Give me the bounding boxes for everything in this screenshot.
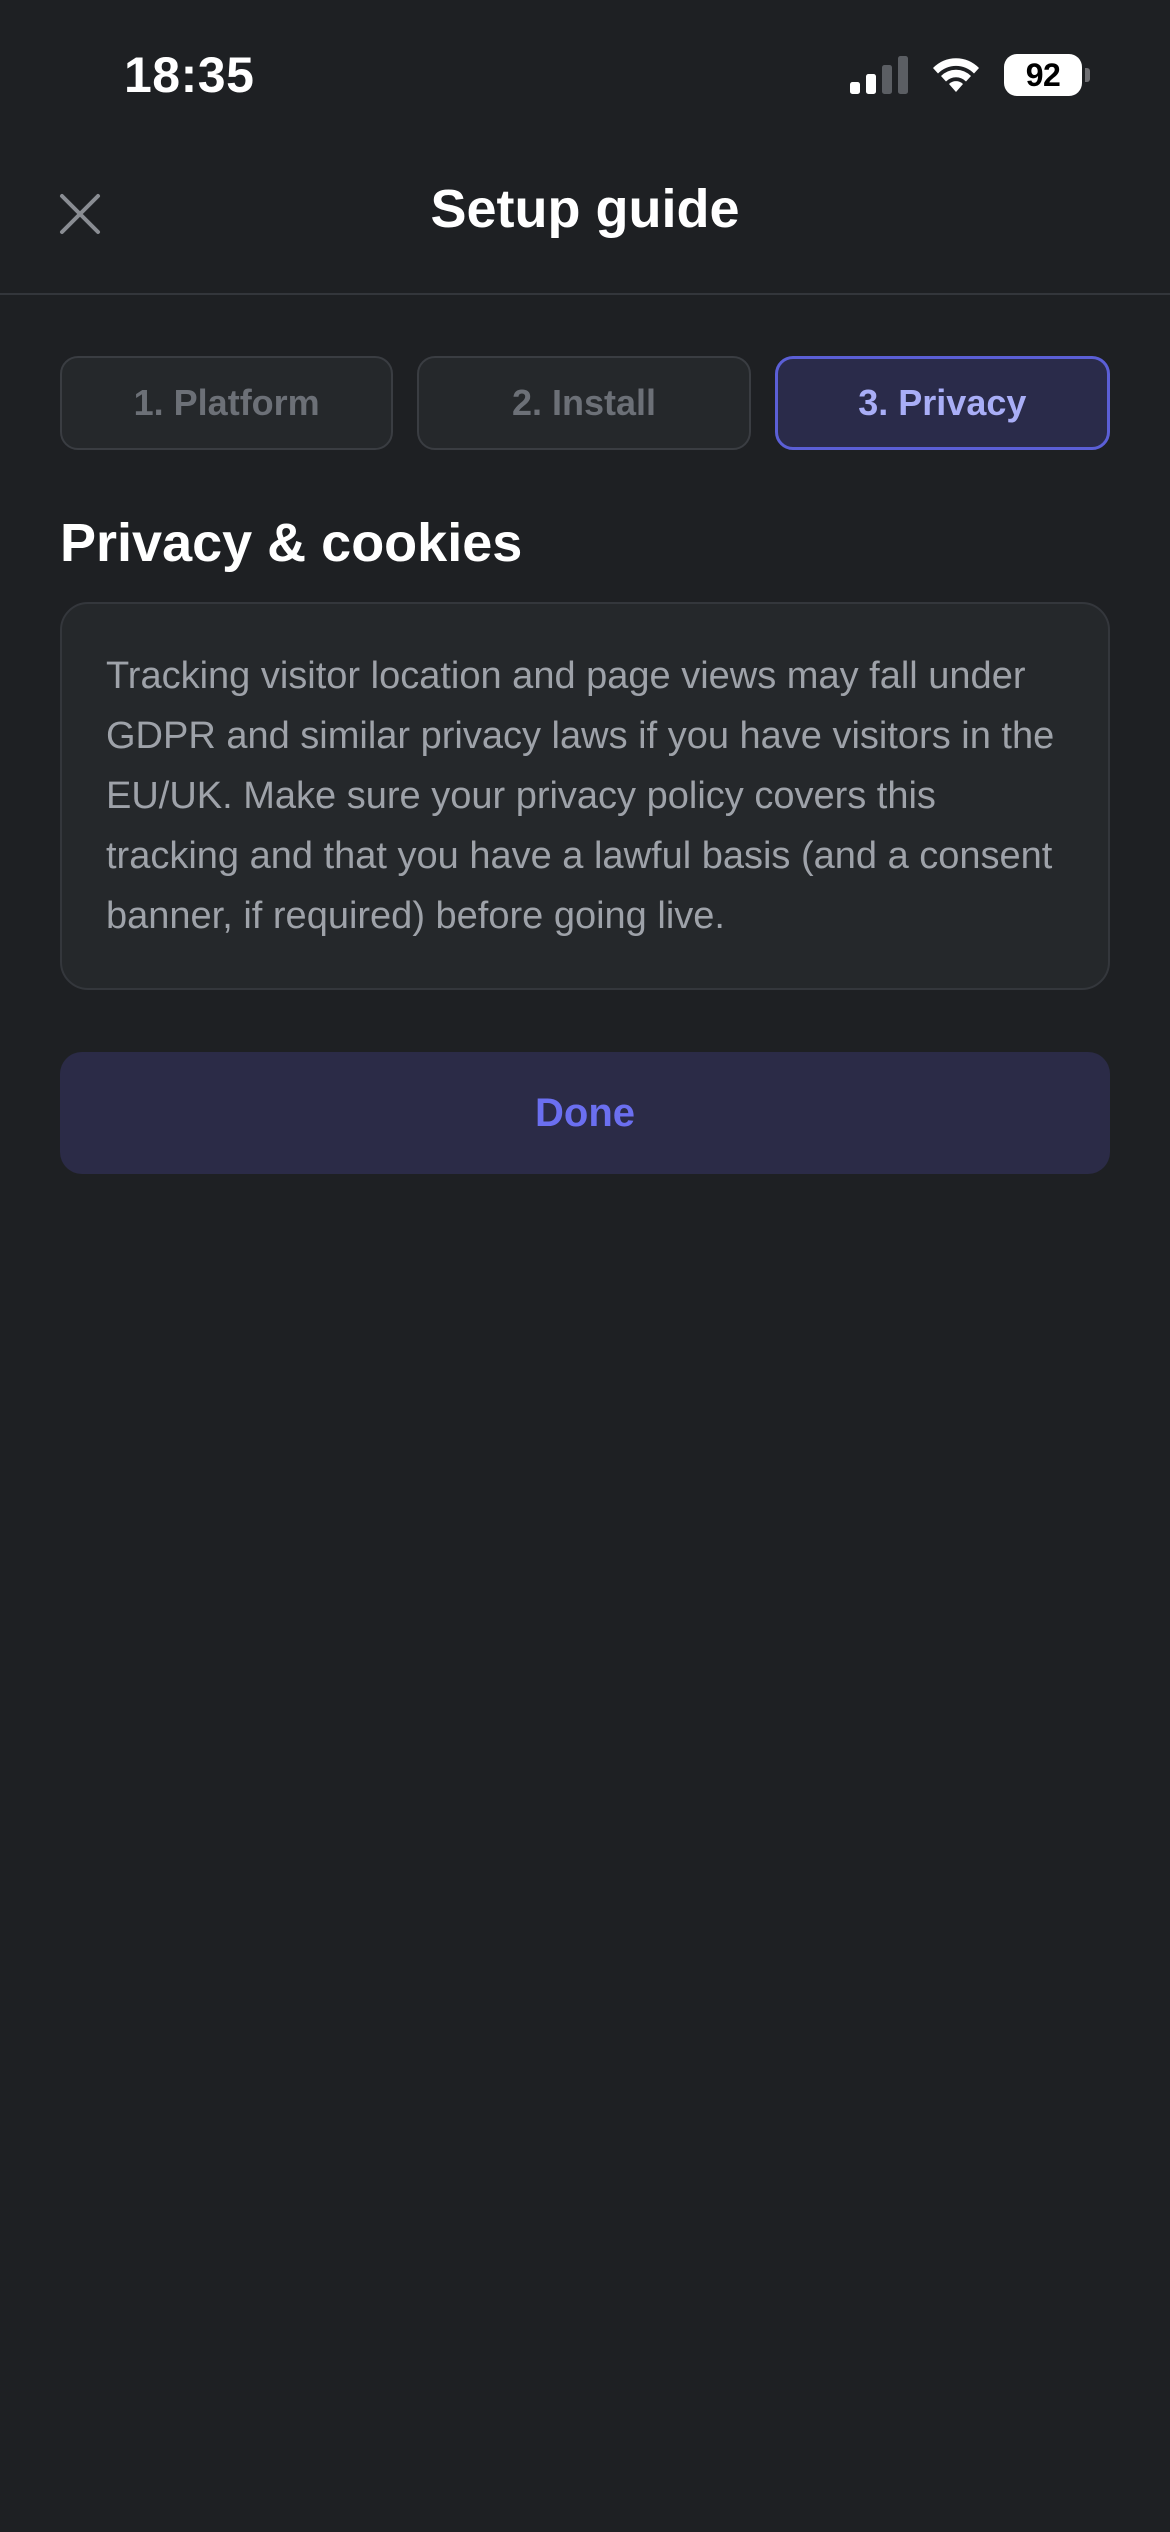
- step-tabs: 1. Platform 2. Install 3. Privacy: [60, 356, 1110, 450]
- status-time: 18:35: [124, 47, 255, 103]
- tab-platform[interactable]: 1. Platform: [60, 356, 394, 450]
- wifi-icon: [933, 58, 979, 92]
- status-bar: 18:35 92: [0, 0, 1170, 150]
- tab-privacy[interactable]: 3. Privacy: [774, 356, 1110, 450]
- page-title: Setup guide: [430, 179, 740, 239]
- status-icons: 92: [850, 54, 1090, 96]
- signal-icon: [850, 56, 908, 94]
- tab-install[interactable]: 2. Install: [417, 356, 751, 450]
- privacy-info-text: Tracking visitor location and page views…: [106, 655, 1055, 937]
- battery-level: 92: [1004, 54, 1082, 96]
- privacy-info-card: Tracking visitor location and page views…: [60, 602, 1110, 990]
- battery-cap: [1085, 68, 1090, 82]
- done-button[interactable]: Done: [60, 1052, 1110, 1174]
- section-title: Privacy & cookies: [60, 513, 523, 573]
- header: Setup guide: [0, 150, 1170, 295]
- battery-icon: 92: [1004, 54, 1090, 96]
